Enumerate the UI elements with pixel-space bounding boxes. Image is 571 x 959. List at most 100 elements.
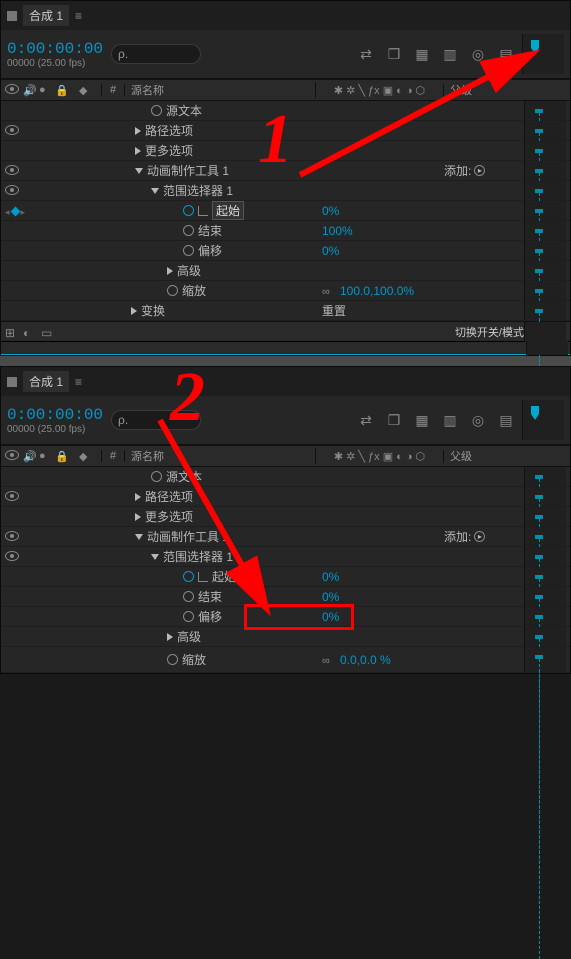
prop-range-selector[interactable]: 范围选择器 1 [1, 181, 570, 201]
draft3d-icon[interactable]: ❒ [386, 412, 402, 428]
prop-end[interactable]: 结束 100% [1, 221, 570, 241]
prop-path-options[interactable]: 路径选项 [1, 487, 570, 507]
keyframe-icon[interactable] [535, 109, 543, 113]
visibility-icon[interactable] [5, 531, 19, 541]
offset-value[interactable]: 0% [322, 610, 339, 624]
twirl-icon[interactable] [135, 513, 141, 521]
close-icon[interactable] [7, 377, 17, 387]
next-key-icon[interactable]: ▸ [21, 207, 26, 218]
prop-path-options[interactable]: 路径选项 [1, 121, 570, 141]
twirl-icon[interactable] [167, 267, 173, 275]
playhead-icon[interactable] [525, 38, 555, 58]
prop-animator[interactable]: 动画制作工具 1 添加:▸ [1, 527, 570, 547]
prop-advanced[interactable]: 高级 [1, 627, 570, 647]
keyframe-icon[interactable] [535, 289, 543, 293]
reset-link[interactable]: 重置 [322, 304, 346, 318]
stopwatch-icon[interactable] [151, 471, 162, 482]
prop-start[interactable]: 起始 0% [1, 567, 570, 587]
stopwatch-icon[interactable] [167, 285, 178, 296]
panel-menu-icon[interactable]: ≡ [75, 375, 82, 389]
graph-editor-icon[interactable]: ▤ [498, 46, 514, 62]
solo-header-icon[interactable]: ● [39, 84, 51, 96]
toggle-switches-label[interactable]: 切换开关/模式 [455, 324, 524, 340]
toggle-icon[interactable]: ▭ [41, 326, 53, 338]
prop-advanced[interactable]: 高级 [1, 261, 570, 281]
visibility-icon[interactable] [5, 551, 19, 561]
keyframe-icon[interactable] [535, 495, 543, 499]
twirl-icon[interactable] [135, 127, 141, 135]
keyframe-icon[interactable] [535, 575, 543, 579]
motion-blur-icon[interactable]: ▥ [442, 412, 458, 428]
current-time[interactable]: 0:00:00:00 [7, 40, 103, 58]
keyframe-icon[interactable] [535, 535, 543, 539]
twirl-icon[interactable] [151, 554, 159, 560]
visibility-icon[interactable] [5, 165, 19, 175]
stopwatch-icon[interactable] [183, 591, 194, 602]
twirl-icon[interactable] [131, 307, 137, 315]
parent-header[interactable]: 父级 [444, 82, 524, 98]
lock-header-icon[interactable]: 🔒 [55, 84, 67, 96]
name-header[interactable]: 源名称 [125, 82, 316, 98]
stopwatch-icon[interactable] [183, 205, 194, 216]
prop-offset[interactable]: 偏移 0% [1, 241, 570, 261]
keyframe-icon[interactable] [535, 555, 543, 559]
timeline-search[interactable]: ρ. [111, 410, 201, 430]
keyframe-icon[interactable] [535, 249, 543, 253]
prop-scale[interactable]: 缩放 ∞100.0,100.0% [1, 281, 570, 301]
index-header[interactable]: # [101, 450, 125, 462]
prev-key-icon[interactable]: ◂ [5, 207, 10, 218]
prop-animator[interactable]: 动画制作工具 1 添加:▸ [1, 161, 570, 181]
start-value[interactable]: 0% [322, 204, 339, 218]
stopwatch-icon[interactable] [183, 571, 194, 582]
toggle-icon[interactable]: ⊞ [5, 326, 17, 338]
keyframe-icon[interactable] [535, 269, 543, 273]
graph-icon[interactable] [198, 572, 208, 582]
comp-flow-icon[interactable]: ⇄ [358, 46, 374, 62]
stopwatch-icon[interactable] [167, 654, 178, 665]
end-value[interactable]: 100% [322, 224, 353, 238]
motion-blur-icon[interactable]: ▥ [442, 46, 458, 62]
visibility-icon[interactable] [5, 125, 19, 135]
close-icon[interactable] [7, 11, 17, 21]
twirl-icon[interactable] [135, 168, 143, 174]
stopwatch-icon[interactable] [183, 225, 194, 236]
keyframe-icon[interactable] [535, 129, 543, 133]
prop-source-text[interactable]: 源文本 [1, 101, 570, 121]
twirl-icon[interactable] [151, 188, 159, 194]
label-header-icon[interactable]: ◆ [79, 84, 91, 96]
graph-editor-icon[interactable]: ▤ [498, 412, 514, 428]
draft3d-icon[interactable]: ❒ [386, 46, 402, 62]
solo-header-icon[interactable]: ● [39, 450, 51, 462]
name-header[interactable]: 源名称 [125, 448, 316, 464]
composition-tab[interactable]: 合成 1 [23, 371, 69, 392]
constrain-icon[interactable]: ∞ [322, 655, 336, 667]
keyframe-icon[interactable] [535, 515, 543, 519]
toggle-icon[interactable]: ◐ [23, 326, 35, 338]
prop-range-selector[interactable]: 范围选择器 1 [1, 547, 570, 567]
end-value[interactable]: 0% [322, 590, 339, 604]
audio-header-icon[interactable]: 🔊 [23, 450, 35, 462]
twirl-icon[interactable] [135, 147, 141, 155]
keyframe-icon[interactable] [535, 309, 543, 313]
prop-source-text[interactable]: 源文本 [1, 467, 570, 487]
audio-header-icon[interactable]: 🔊 [23, 84, 35, 96]
visibility-header-icon[interactable] [5, 450, 19, 460]
prop-scale[interactable]: 缩放 ∞0.0,0.0 % [1, 647, 570, 673]
add-keyframe-icon[interactable] [10, 206, 20, 216]
parent-header[interactable]: 父级 [444, 448, 524, 464]
stopwatch-icon[interactable] [151, 105, 162, 116]
prop-end[interactable]: 结束 0% [1, 587, 570, 607]
time-ruler[interactable] [522, 400, 564, 440]
panel-splitter[interactable] [0, 356, 571, 366]
prop-start[interactable]: ◂▸ 起始 0% [1, 201, 570, 221]
time-ruler[interactable] [522, 34, 564, 74]
keyframe-icon[interactable] [535, 615, 543, 619]
add-menu-icon[interactable]: ▸ [474, 531, 485, 542]
label-header-icon[interactable]: ◆ [79, 450, 91, 462]
start-value[interactable]: 0% [322, 570, 339, 584]
comp-flow-icon[interactable]: ⇄ [358, 412, 374, 428]
frame-blend-icon[interactable]: ▦ [414, 412, 430, 428]
current-time[interactable]: 0:00:00:00 [7, 406, 103, 424]
lock-header-icon[interactable]: 🔒 [55, 450, 67, 462]
scale-value[interactable]: 0.0,0.0 % [340, 653, 391, 667]
